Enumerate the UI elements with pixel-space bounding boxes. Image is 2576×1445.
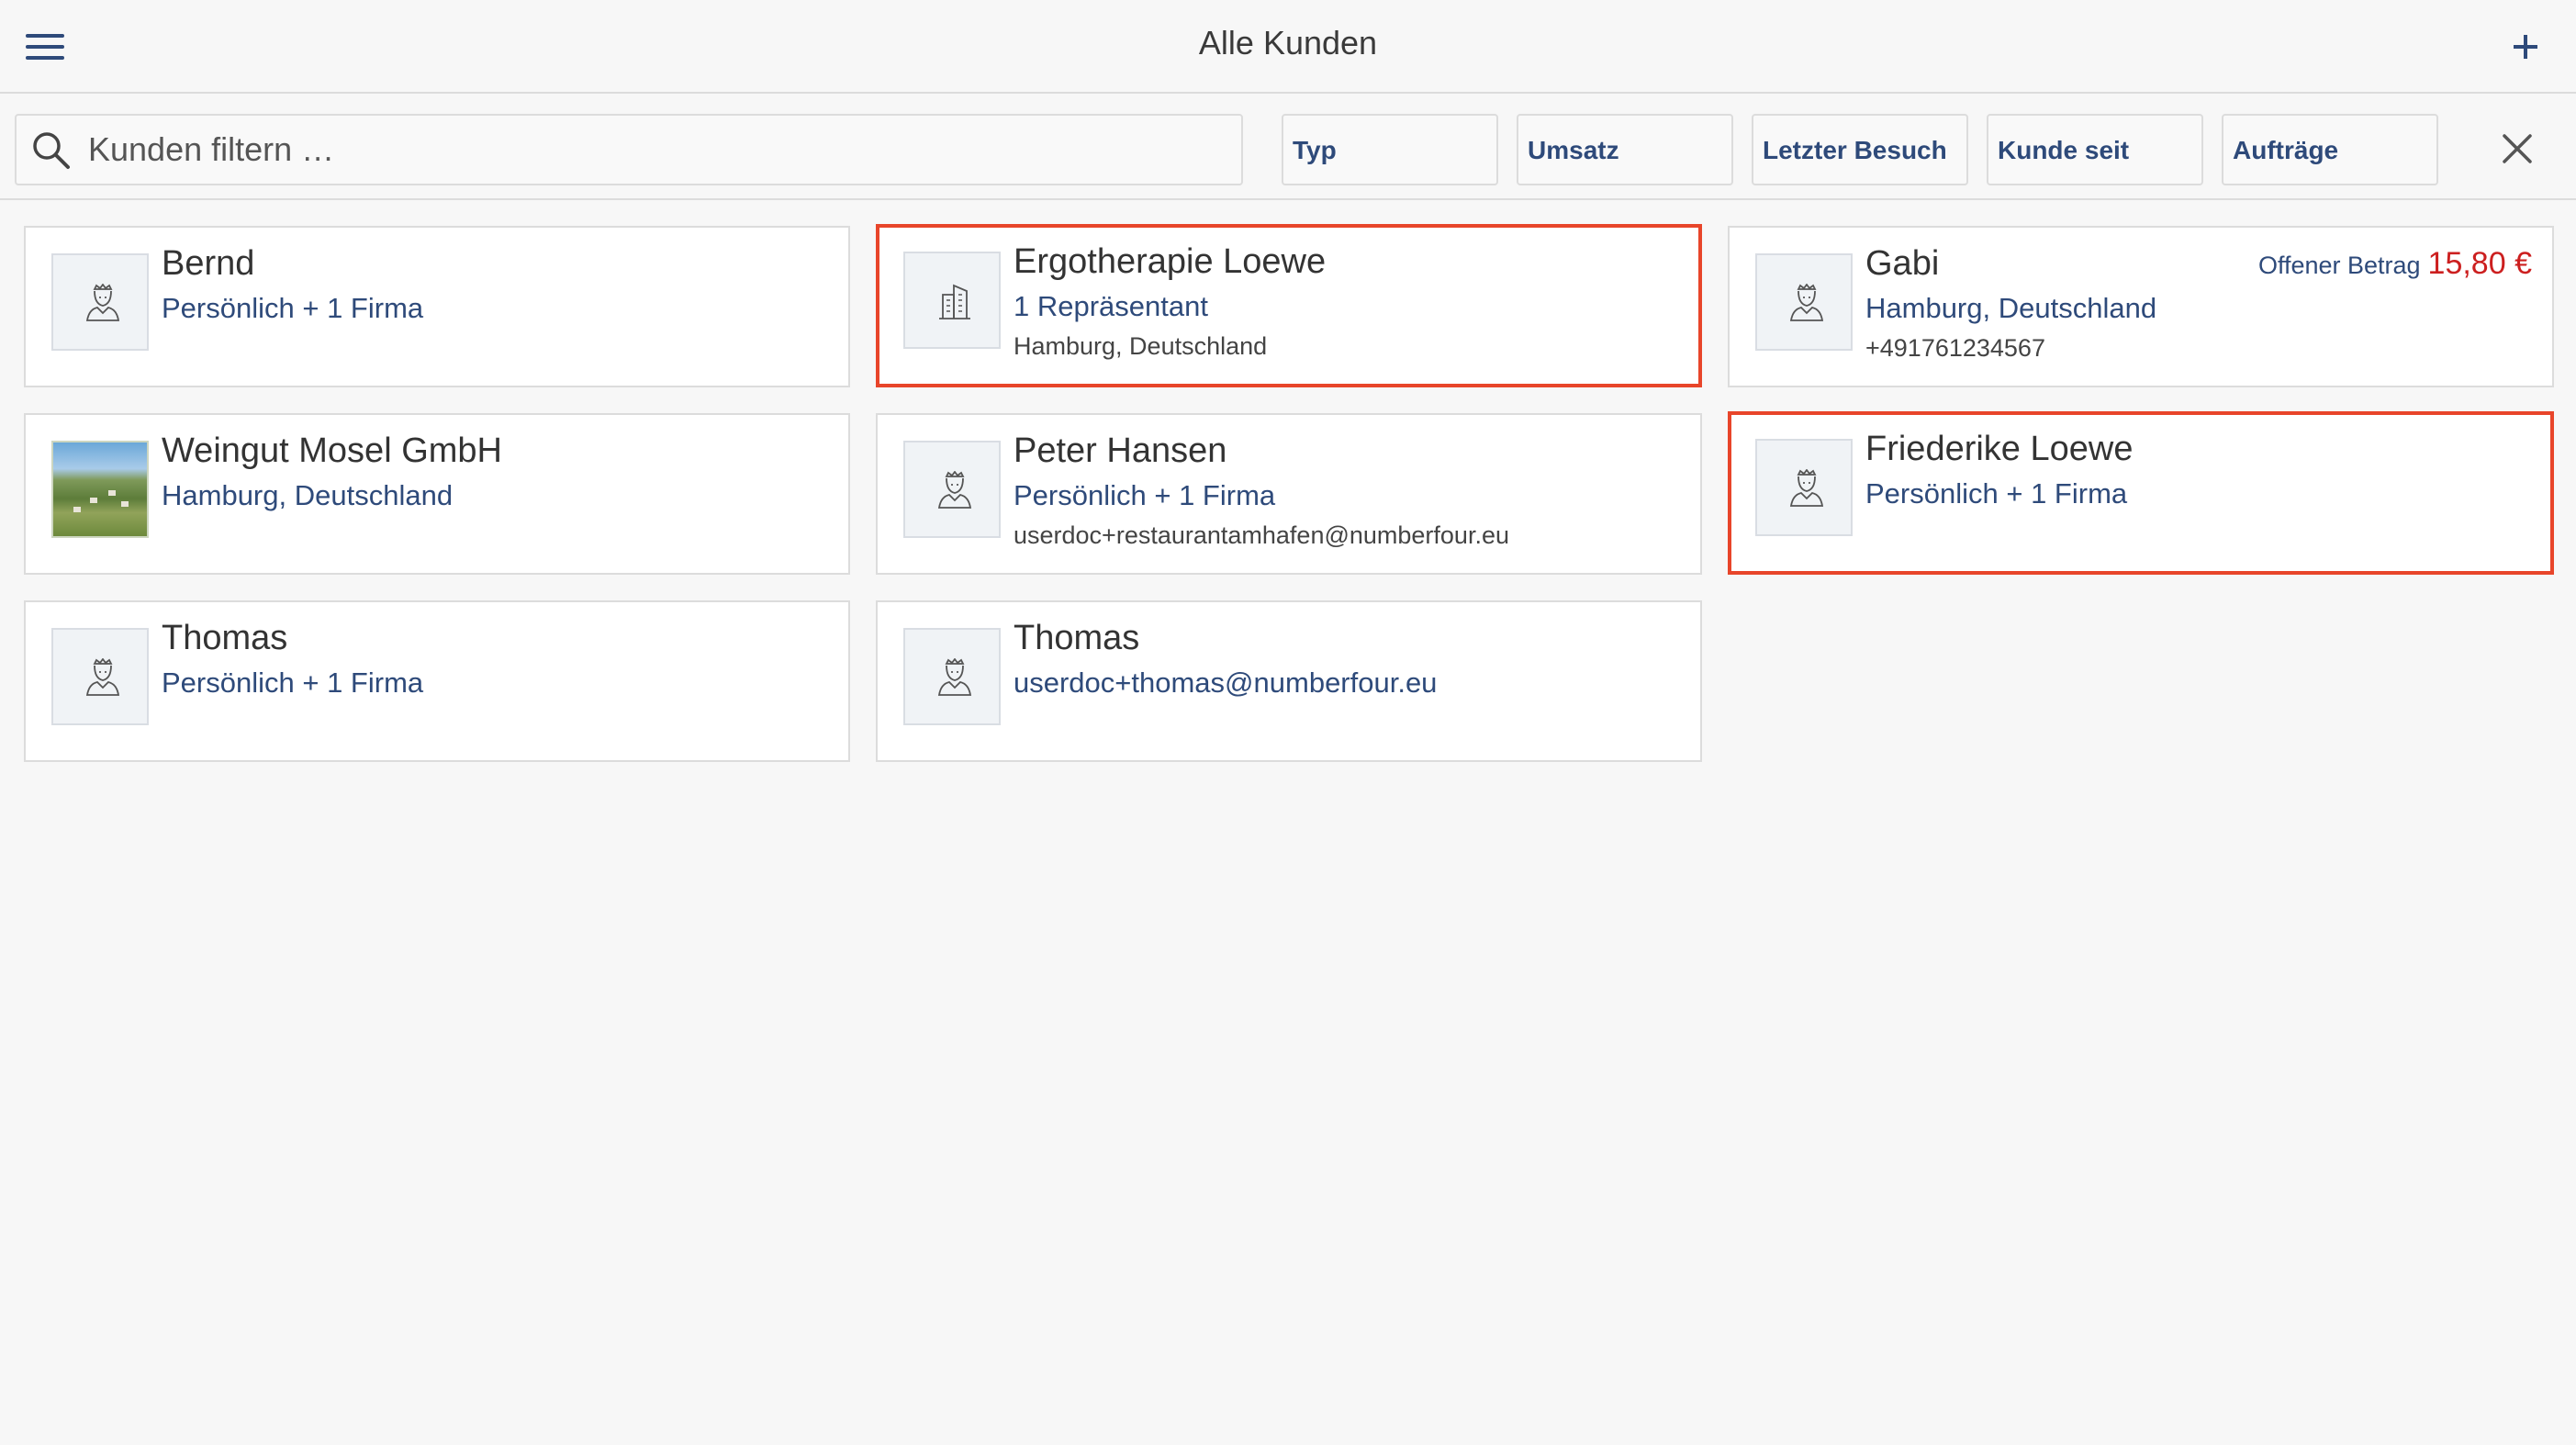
customer-photo: [51, 441, 149, 538]
filter-chip-umsatz[interactable]: Umsatz: [1517, 114, 1733, 185]
customer-name: Bernd: [162, 244, 255, 283]
customer-detail: Hamburg, Deutschland: [1014, 332, 1268, 360]
avatar: [903, 441, 1001, 538]
customer-card-peter-hansen[interactable]: Peter Hansen Persönlich + 1 Firma userdo…: [876, 413, 1702, 575]
add-customer-button[interactable]: [2503, 24, 2548, 70]
customer-name: Peter Hansen: [1014, 431, 1227, 470]
open-amount: Offener Betrag 15,80 €: [2258, 246, 2532, 282]
person-icon: [85, 284, 120, 321]
customer-name: Thomas: [162, 619, 288, 657]
customer-name: Weingut Mosel GmbH: [162, 431, 502, 470]
customer-card-weingut-mosel[interactable]: Weingut Mosel GmbH Hamburg, Deutschland: [24, 413, 850, 575]
person-icon: [85, 658, 120, 696]
customer-card-gabi[interactable]: Gabi Hamburg, Deutschland +491761234567 …: [1728, 226, 2554, 387]
customer-subtitle: Persönlich + 1 Firma: [1865, 477, 2128, 510]
avatar: [51, 253, 149, 351]
building-icon: [939, 284, 970, 319]
filter-chip-kunde-seit[interactable]: Kunde seit: [1987, 114, 2203, 185]
person-icon: [1789, 284, 1824, 321]
customer-card-friederike-loewe[interactable]: Friederike Loewe Persönlich + 1 Firma: [1728, 411, 2554, 575]
search-input[interactable]: [86, 121, 1225, 178]
avatar: [903, 628, 1001, 725]
customer-subtitle: userdoc+thomas@numberfour.eu: [1014, 666, 1438, 699]
customer-subtitle: Hamburg, Deutschland: [162, 479, 454, 511]
plus-icon: [2514, 35, 2537, 59]
avatar: [1755, 439, 1853, 536]
person-icon: [937, 471, 972, 509]
customer-subtitle: 1 Repräsentant: [1014, 290, 1208, 322]
customer-subtitle: Hamburg, Deutschland: [1865, 292, 2157, 324]
customer-card-bernd[interactable]: Bernd Persönlich + 1 Firma: [24, 226, 850, 387]
page-title: Alle Kunden: [1198, 24, 1378, 62]
customer-card-thomas-2[interactable]: Thomas userdoc+thomas@numberfour.eu: [876, 600, 1702, 762]
clear-filters-button[interactable]: [2497, 129, 2537, 169]
avatar: [51, 628, 149, 725]
customer-detail: userdoc+restaurantamhafen@numberfour.eu: [1014, 521, 1509, 549]
top-bar: Alle Kunden: [0, 0, 2576, 94]
customer-name: Thomas: [1014, 619, 1140, 657]
filter-chip-auftraege[interactable]: Aufträge: [2222, 114, 2438, 185]
customer-subtitle: Persönlich + 1 Firma: [162, 292, 424, 324]
filter-bar: Typ Umsatz Letzter Besuch Kunde seit Auf…: [0, 94, 2576, 200]
person-icon: [1789, 469, 1824, 507]
customer-card-ergotherapie-loewe[interactable]: Ergotherapie Loewe 1 Repräsentant Hambur…: [876, 224, 1702, 387]
customer-name: Ergotherapie Loewe: [1014, 242, 1327, 281]
search-icon: [33, 132, 70, 169]
customer-name: Friederike Loewe: [1865, 430, 2134, 468]
customer-detail: +491761234567: [1865, 334, 2045, 362]
open-amount-value: 15,80 €: [2427, 246, 2532, 281]
person-icon: [937, 658, 972, 696]
filter-chip-letzter-besuch[interactable]: Letzter Besuch: [1752, 114, 1968, 185]
open-amount-label: Offener Betrag: [2257, 252, 2421, 279]
filter-chip-typ[interactable]: Typ: [1282, 114, 1498, 185]
avatar: [1755, 253, 1853, 351]
close-icon: [2503, 134, 2532, 163]
search-box[interactable]: [15, 114, 1243, 185]
customer-card-thomas-1[interactable]: Thomas Persönlich + 1 Firma: [24, 600, 850, 762]
customer-subtitle: Persönlich + 1 Firma: [162, 666, 424, 699]
customer-name: Gabi: [1865, 244, 1940, 283]
avatar: [903, 252, 1001, 349]
customer-subtitle: Persönlich + 1 Firma: [1014, 479, 1276, 511]
